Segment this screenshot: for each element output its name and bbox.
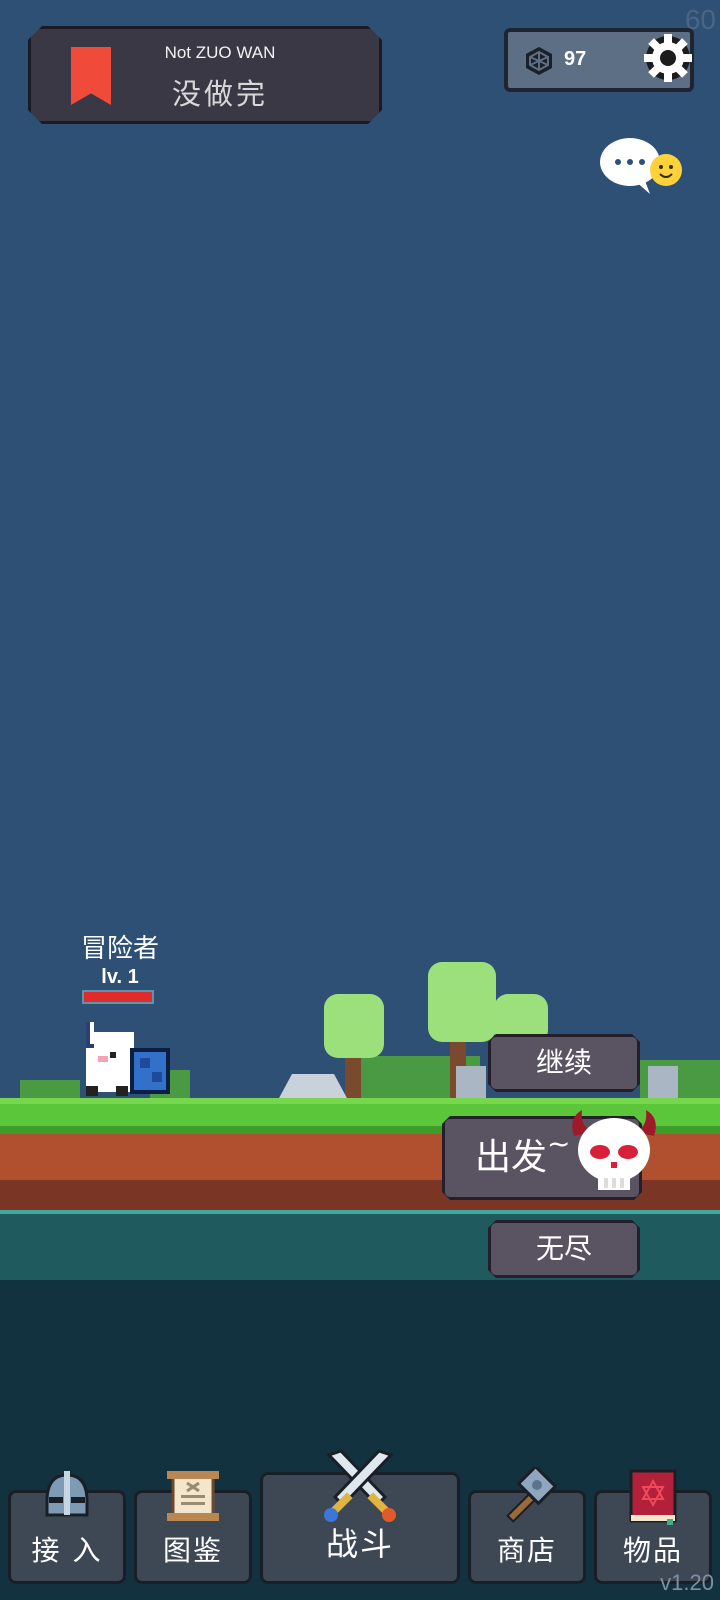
rock (278, 1074, 348, 1100)
nav-label: 战斗 (325, 1525, 394, 1563)
player-name: 冒险者 (80, 934, 159, 964)
scroll-icon (167, 1471, 219, 1521)
nav-label: 物品 (622, 1534, 683, 1567)
banner-subtitle: Not ZUO WAN (164, 43, 276, 62)
gravestone (648, 1066, 678, 1100)
player-character[interactable] (80, 1022, 176, 1098)
player-hp-bar (82, 990, 154, 1004)
tree (428, 962, 496, 1042)
player-level: lv. 1 (101, 966, 139, 988)
hammer-icon (506, 1467, 557, 1523)
tree (324, 994, 384, 1058)
spellbook-icon (629, 1469, 677, 1525)
nav-label: 商店 (496, 1534, 557, 1567)
version-label: v1.20 (660, 1570, 714, 1595)
helmet-icon (45, 1471, 89, 1517)
chat-bubble-icon[interactable] (600, 136, 684, 196)
gem-count: 97 (564, 48, 587, 70)
nav-label: 图鉴 (162, 1534, 223, 1567)
endless-button[interactable]: 无尽 (488, 1220, 640, 1278)
gravestone (456, 1066, 486, 1100)
nav-item-shop[interactable]: 商店 (468, 1467, 586, 1584)
nav-label: 接 入 (31, 1534, 103, 1567)
continue-button[interactable]: 继续 (488, 1034, 640, 1092)
start-button-label: 出发 (475, 1137, 548, 1178)
quest-banner[interactable]: Not ZUO WAN 没做完 (28, 26, 382, 124)
banner-title: 没做完 (171, 77, 268, 111)
nav-item-connect[interactable]: 接 入 (8, 1471, 126, 1584)
skull-icon (572, 1110, 656, 1190)
player-hp-fill (84, 992, 152, 1002)
nav-item-codex[interactable]: 图鉴 (134, 1471, 252, 1584)
nav-item-battle[interactable]: 战斗 (260, 1449, 460, 1584)
crossed-swords-icon (324, 1449, 396, 1522)
gem-icon (526, 47, 552, 75)
gear-icon[interactable] (640, 30, 696, 86)
